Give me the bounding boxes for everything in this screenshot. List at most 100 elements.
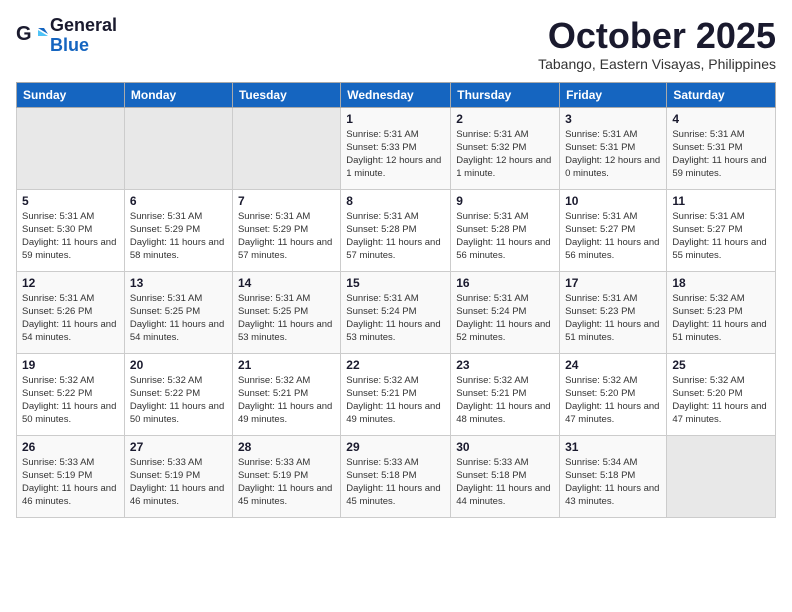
calendar-cell: 17 Sunrise: 5:31 AMSunset: 5:23 PMDayligh… <box>560 271 667 353</box>
weekday-friday: Friday <box>560 82 667 107</box>
calendar-cell: 12 Sunrise: 5:31 AMSunset: 5:26 PMDayligh… <box>17 271 125 353</box>
day-info: Sunrise: 5:31 AMSunset: 5:32 PMDaylight:… <box>456 128 554 181</box>
day-info: Sunrise: 5:33 AMSunset: 5:19 PMDaylight:… <box>22 456 119 509</box>
calendar-cell: 15 Sunrise: 5:31 AMSunset: 5:24 PMDayligh… <box>341 271 451 353</box>
day-number: 4 <box>672 112 770 126</box>
day-number: 16 <box>456 276 554 290</box>
day-number: 25 <box>672 358 770 372</box>
day-info: Sunrise: 5:31 AMSunset: 5:33 PMDaylight:… <box>346 128 445 181</box>
page-header: G General Blue October 2025 Tabango, Eas… <box>16 16 776 72</box>
calendar-cell: 10Sunrise: 5:31 AMSunset: 5:27 PMDayligh… <box>560 189 667 271</box>
calendar-cell: 6 Sunrise: 5:31 AMSunset: 5:29 PMDaylight… <box>124 189 232 271</box>
day-info: Sunrise: 5:34 AMSunset: 5:18 PMDaylight:… <box>565 456 661 509</box>
day-number: 15 <box>346 276 445 290</box>
week-row-2: 5 Sunrise: 5:31 AMSunset: 5:30 PMDaylight… <box>17 189 776 271</box>
weekday-sunday: Sunday <box>17 82 125 107</box>
day-number: 2 <box>456 112 554 126</box>
day-number: 9 <box>456 194 554 208</box>
day-number: 17 <box>565 276 661 290</box>
day-number: 1 <box>346 112 445 126</box>
weekday-monday: Monday <box>124 82 232 107</box>
calendar-cell <box>17 107 125 189</box>
calendar-cell: 23 Sunrise: 5:32 AMSunset: 5:21 PMDayligh… <box>451 353 560 435</box>
day-number: 19 <box>22 358 119 372</box>
weekday-header-row: SundayMondayTuesdayWednesdayThursdayFrid… <box>17 82 776 107</box>
day-info: Sunrise: 5:31 AMSunset: 5:23 PMDaylight:… <box>565 292 661 345</box>
week-row-1: 1 Sunrise: 5:31 AMSunset: 5:33 PMDaylight… <box>17 107 776 189</box>
day-info: Sunrise: 5:32 AMSunset: 5:21 PMDaylight:… <box>456 374 554 427</box>
day-info: Sunrise: 5:33 AMSunset: 5:19 PMDaylight:… <box>238 456 335 509</box>
calendar-cell: 1 Sunrise: 5:31 AMSunset: 5:33 PMDaylight… <box>341 107 451 189</box>
week-row-3: 12 Sunrise: 5:31 AMSunset: 5:26 PMDayligh… <box>17 271 776 353</box>
day-info: Sunrise: 5:32 AMSunset: 5:21 PMDaylight:… <box>346 374 445 427</box>
calendar-cell: 2 Sunrise: 5:31 AMSunset: 5:32 PMDaylight… <box>451 107 560 189</box>
calendar-cell: 27 Sunrise: 5:33 AMSunset: 5:19 PMDayligh… <box>124 435 232 517</box>
location: Tabango, Eastern Visayas, Philippines <box>538 56 776 72</box>
calendar-cell: 24 Sunrise: 5:32 AMSunset: 5:20 PMDayligh… <box>560 353 667 435</box>
calendar-cell: 18Sunrise: 5:32 AMSunset: 5:23 PMDayligh… <box>667 271 776 353</box>
day-number: 27 <box>130 440 227 454</box>
day-info: Sunrise: 5:31 AMSunset: 5:30 PMDaylight:… <box>22 210 119 263</box>
calendar-cell: 13 Sunrise: 5:31 AMSunset: 5:25 PMDayligh… <box>124 271 232 353</box>
day-info: Sunrise: 5:33 AMSunset: 5:18 PMDaylight:… <box>456 456 554 509</box>
calendar-cell: 25 Sunrise: 5:32 AMSunset: 5:20 PMDayligh… <box>667 353 776 435</box>
logo-blue-text: Blue <box>50 36 117 56</box>
title-block: October 2025 Tabango, Eastern Visayas, P… <box>538 16 776 72</box>
day-info: Sunrise: 5:32 AMSunset: 5:22 PMDaylight:… <box>22 374 119 427</box>
day-number: 13 <box>130 276 227 290</box>
day-info: Sunrise: 5:31 AMSunset: 5:25 PMDaylight:… <box>238 292 335 345</box>
calendar-cell: 3Sunrise: 5:31 AMSunset: 5:31 PMDaylight… <box>560 107 667 189</box>
day-info: Sunrise: 5:31 AMSunset: 5:29 PMDaylight:… <box>130 210 227 263</box>
day-info: Sunrise: 5:33 AMSunset: 5:19 PMDaylight:… <box>130 456 227 509</box>
day-number: 7 <box>238 194 335 208</box>
day-number: 26 <box>22 440 119 454</box>
calendar-cell: 16Sunrise: 5:31 AMSunset: 5:24 PMDayligh… <box>451 271 560 353</box>
calendar-cell: 14 Sunrise: 5:31 AMSunset: 5:25 PMDayligh… <box>232 271 340 353</box>
day-info: Sunrise: 5:32 AMSunset: 5:20 PMDaylight:… <box>672 374 770 427</box>
day-number: 28 <box>238 440 335 454</box>
day-info: Sunrise: 5:31 AMSunset: 5:31 PMDaylight:… <box>565 128 661 181</box>
logo-general-text: General <box>50 16 117 36</box>
calendar-cell: 11Sunrise: 5:31 AMSunset: 5:27 PMDayligh… <box>667 189 776 271</box>
day-info: Sunrise: 5:33 AMSunset: 5:18 PMDaylight:… <box>346 456 445 509</box>
day-info: Sunrise: 5:32 AMSunset: 5:21 PMDaylight:… <box>238 374 335 427</box>
day-info: Sunrise: 5:32 AMSunset: 5:22 PMDaylight:… <box>130 374 227 427</box>
calendar-cell: 22 Sunrise: 5:32 AMSunset: 5:21 PMDayligh… <box>341 353 451 435</box>
day-number: 11 <box>672 194 770 208</box>
day-number: 14 <box>238 276 335 290</box>
calendar-cell: 8Sunrise: 5:31 AMSunset: 5:28 PMDaylight… <box>341 189 451 271</box>
day-number: 8 <box>346 194 445 208</box>
day-number: 12 <box>22 276 119 290</box>
calendar-cell: 26 Sunrise: 5:33 AMSunset: 5:19 PMDayligh… <box>17 435 125 517</box>
day-number: 24 <box>565 358 661 372</box>
day-number: 6 <box>130 194 227 208</box>
day-number: 29 <box>346 440 445 454</box>
weekday-thursday: Thursday <box>451 82 560 107</box>
weekday-saturday: Saturday <box>667 82 776 107</box>
day-number: 23 <box>456 358 554 372</box>
day-info: Sunrise: 5:31 AMSunset: 5:25 PMDaylight:… <box>130 292 227 345</box>
calendar-cell: 28 Sunrise: 5:33 AMSunset: 5:19 PMDayligh… <box>232 435 340 517</box>
day-number: 18 <box>672 276 770 290</box>
day-number: 20 <box>130 358 227 372</box>
day-info: Sunrise: 5:31 AMSunset: 5:28 PMDaylight:… <box>456 210 554 263</box>
day-number: 22 <box>346 358 445 372</box>
calendar-cell: 21Sunrise: 5:32 AMSunset: 5:21 PMDayligh… <box>232 353 340 435</box>
weekday-wednesday: Wednesday <box>341 82 451 107</box>
day-info: Sunrise: 5:31 AMSunset: 5:26 PMDaylight:… <box>22 292 119 345</box>
week-row-5: 26 Sunrise: 5:33 AMSunset: 5:19 PMDayligh… <box>17 435 776 517</box>
calendar-cell: 31Sunrise: 5:34 AMSunset: 5:18 PMDayligh… <box>560 435 667 517</box>
day-number: 5 <box>22 194 119 208</box>
calendar-cell <box>232 107 340 189</box>
day-number: 10 <box>565 194 661 208</box>
calendar-cell: 19 Sunrise: 5:32 AMSunset: 5:22 PMDayligh… <box>17 353 125 435</box>
calendar-cell: 9 Sunrise: 5:31 AMSunset: 5:28 PMDaylight… <box>451 189 560 271</box>
weekday-tuesday: Tuesday <box>232 82 340 107</box>
day-info: Sunrise: 5:31 AMSunset: 5:24 PMDaylight:… <box>346 292 445 345</box>
logo: G General Blue <box>16 16 117 56</box>
svg-text:G: G <box>16 23 32 45</box>
calendar-cell: 4Sunrise: 5:31 AMSunset: 5:31 PMDaylight… <box>667 107 776 189</box>
day-info: Sunrise: 5:32 AMSunset: 5:20 PMDaylight:… <box>565 374 661 427</box>
calendar-cell: 20 Sunrise: 5:32 AMSunset: 5:22 PMDayligh… <box>124 353 232 435</box>
week-row-4: 19 Sunrise: 5:32 AMSunset: 5:22 PMDayligh… <box>17 353 776 435</box>
